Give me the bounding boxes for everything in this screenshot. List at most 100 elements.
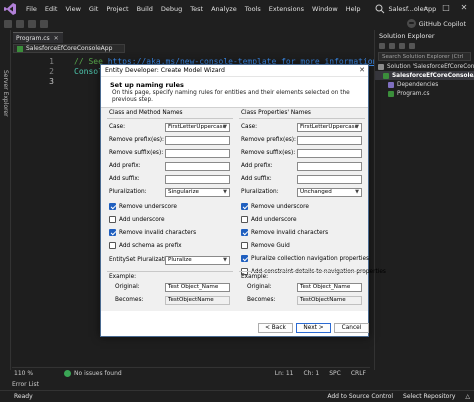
menu-item[interactable]: Git — [85, 5, 102, 13]
line-number: 3 — [49, 77, 54, 86]
menu-item[interactable]: Debug — [157, 5, 186, 13]
checkbox[interactable] — [241, 242, 248, 249]
error-list-tab[interactable]: Error List — [12, 379, 39, 389]
github-copilot-button[interactable]: GitHub Copilot — [406, 17, 466, 30]
dialog-close-icon[interactable]: ✕ — [359, 66, 365, 74]
case-select[interactable]: FirstLetterUppercase ▼ — [297, 123, 362, 132]
solution-search-input[interactable]: Search Solution Explorer (Ctrl — [378, 52, 471, 61]
tab-label: Program.cs — [16, 34, 50, 42]
checkbox[interactable] — [109, 229, 116, 236]
add-suffix-input[interactable] — [297, 175, 362, 184]
pluralization-row: Pluralization: Unchanged ▼ — [239, 188, 365, 198]
add-suffix-input[interactable] — [165, 175, 230, 184]
menu-item[interactable]: Analyze — [207, 5, 241, 13]
checkbox-row[interactable]: Add underscore — [109, 215, 233, 224]
solution-tree-item[interactable]: Program.cs — [375, 89, 474, 98]
solution-tree-item[interactable]: Dependencies — [375, 80, 474, 89]
checkbox-row[interactable]: Remove underscore — [241, 202, 365, 211]
checkbox-row[interactable]: Remove invalid characters — [241, 228, 365, 237]
checkbox[interactable] — [109, 242, 116, 249]
cancel-button[interactable]: Cancel — [334, 323, 369, 333]
checkbox-row[interactable]: Add underscore — [241, 215, 365, 224]
add-suffix-row: Add suffix: — [107, 175, 233, 185]
tree-item-icon — [388, 90, 394, 97]
menu-item[interactable]: Build — [133, 5, 157, 13]
search-icon[interactable] — [375, 4, 385, 14]
pluralization-select[interactable]: Singularize ▼ — [165, 188, 230, 197]
select-repository-button[interactable]: Select Repository — [403, 393, 455, 400]
tree-item-icon — [383, 72, 389, 79]
collapse-all-icon[interactable] — [409, 43, 415, 49]
original-row: Original: Test Object_Name — [107, 283, 233, 293]
menu-item[interactable]: Help — [342, 5, 365, 13]
checkbox-label: Add schema as prefix — [119, 242, 182, 249]
add-prefix-input[interactable] — [165, 162, 230, 171]
case-select[interactable]: FirstLetterUppercase ▼ — [165, 123, 230, 132]
checkbox-row[interactable]: Pluralize collection navigation properti… — [241, 254, 369, 263]
zoom-dropdown[interactable]: 110 % — [14, 370, 44, 377]
checkbox[interactable] — [241, 203, 248, 210]
becomes-row: Becomes: TestObjectName — [239, 296, 365, 306]
menu-item[interactable]: File — [22, 5, 41, 13]
checkbox[interactable] — [241, 229, 248, 236]
back-button[interactable]: < Back — [258, 323, 293, 333]
char-indicator: Ch: 1 — [303, 369, 320, 377]
pluralization-select[interactable]: Unchanged ▼ — [297, 188, 362, 197]
remove-prefix-label: Remove prefix(es): — [109, 137, 165, 143]
add-prefix-input[interactable] — [297, 162, 362, 171]
remove-suffix-input[interactable] — [297, 149, 362, 158]
left-tool-strip: Server Explorer — [0, 30, 11, 370]
checkbox-row[interactable]: Add schema as prefix — [109, 241, 233, 250]
sync-icon[interactable] — [389, 43, 395, 49]
group-divider — [107, 118, 233, 119]
notification-bell-icon[interactable]: △ — [465, 393, 470, 400]
tab-program-cs[interactable]: Program.cs ✕ — [13, 32, 63, 43]
checkbox-row[interactable]: Remove Guid — [241, 241, 365, 250]
close-window-icon[interactable]: ✕ — [456, 0, 472, 14]
checkbox[interactable] — [241, 255, 248, 262]
maximize-icon[interactable]: □ — [438, 0, 454, 14]
add-to-source-control-button[interactable]: Add to Source Control — [327, 393, 393, 400]
menu-item[interactable]: Edit — [41, 5, 62, 13]
checkbox-row[interactable]: Remove invalid characters — [109, 228, 233, 237]
close-tab-icon[interactable]: ✕ — [54, 35, 59, 42]
entityset-pluralization-select[interactable]: Pluralize ▼ — [165, 256, 230, 265]
project-nav-dropdown[interactable]: SalesforceEfCoreConsoleApp — [13, 44, 125, 53]
toolbar-save-icon[interactable] — [40, 19, 48, 28]
refresh-icon[interactable] — [399, 43, 405, 49]
server-explorer-tab[interactable]: Server Explorer — [2, 70, 9, 117]
solution-tree-item[interactable]: SalesforceEfCoreConsoleApp — [375, 71, 474, 80]
home-icon[interactable] — [379, 43, 385, 49]
solution-tree-item[interactable]: Solution 'SalesforceEfCoreConsoleApp' — [375, 62, 474, 71]
line-indicator: Ln: 11 — [274, 369, 294, 377]
toolbar-new-icon[interactable] — [28, 19, 36, 28]
issues-status[interactable]: No issues found — [74, 370, 122, 377]
menu-item[interactable]: Project — [102, 5, 132, 13]
line-ending-indicator[interactable]: CRLF — [351, 370, 366, 377]
menu-item[interactable]: Test — [186, 5, 207, 13]
checkbox[interactable] — [241, 216, 248, 223]
original-input[interactable]: Test Object_Name — [297, 283, 362, 292]
checkbox[interactable] — [109, 203, 116, 210]
next-button[interactable]: Next > — [296, 323, 331, 333]
menu-item[interactable]: Extensions — [265, 5, 308, 13]
toolbar-back-icon[interactable] — [4, 19, 12, 28]
add-prefix-row: Add prefix: — [107, 162, 233, 172]
remove-suffix-input[interactable] — [165, 149, 230, 158]
menu-item[interactable]: Tools — [241, 5, 265, 13]
minimize-icon[interactable]: – — [418, 0, 434, 14]
original-label: Original: — [247, 284, 272, 290]
toolbar-forward-icon[interactable] — [16, 19, 24, 28]
remove-prefix-input[interactable] — [297, 136, 362, 145]
remove-prefix-input[interactable] — [165, 136, 230, 145]
menu-item[interactable]: View — [61, 5, 84, 13]
case-value: FirstLetterUppercase — [300, 124, 359, 130]
original-input[interactable]: Test Object_Name — [165, 283, 230, 292]
dialog-heading: Set up naming rules — [110, 81, 184, 89]
whitespace-indicator[interactable]: SPC — [329, 370, 341, 377]
checkbox[interactable] — [109, 216, 116, 223]
add-suffix-label: Add suffix: — [109, 176, 140, 182]
menu-item[interactable]: Window — [308, 5, 342, 13]
checkbox-row[interactable]: Remove underscore — [109, 202, 233, 211]
menu-bar: File Edit View Git Project Build Debug Test Anal… — [0, 0, 474, 17]
